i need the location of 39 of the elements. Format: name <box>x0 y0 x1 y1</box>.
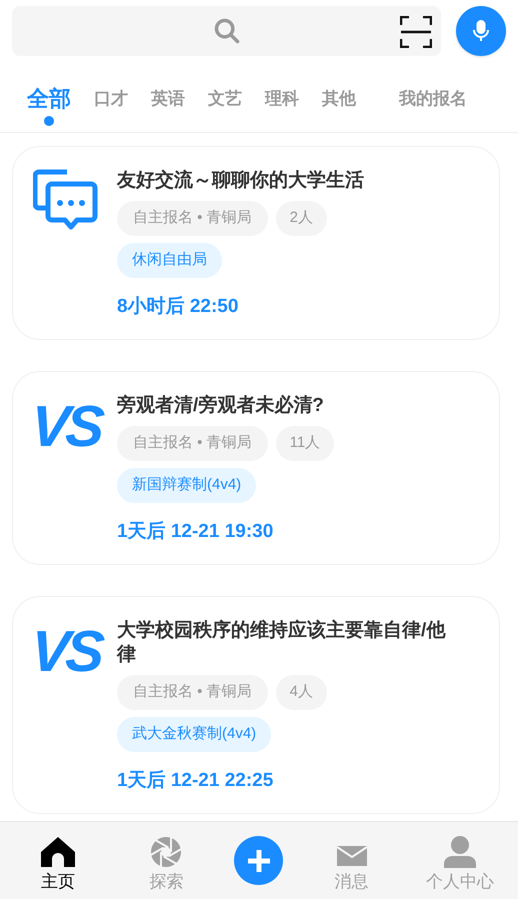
nav-tab[interactable]: 探索 <box>126 830 206 892</box>
category-tab[interactable]: 理科 <box>265 84 299 114</box>
category-tab[interactable]: 其他 <box>322 84 356 114</box>
nav-tab[interactable]: 主页 <box>18 830 98 892</box>
aperture-icon <box>150 836 182 868</box>
microphone-icon <box>472 20 490 42</box>
people-tag: 4人 <box>276 675 327 710</box>
add-button[interactable] <box>234 836 284 885</box>
user-icon <box>442 836 477 868</box>
event-title: 友好交流～聊聊你的大学生活 <box>117 169 365 193</box>
mode-tag: 自主报名 • 青铜局 <box>117 201 268 236</box>
search-icon <box>212 17 240 45</box>
format-tag: 新国辩赛制(4v4) <box>117 468 256 503</box>
category-tab[interactable]: 我的报名 <box>399 84 467 114</box>
format-tag: 武大金秋赛制(4v4) <box>117 717 272 752</box>
people-tag: 2人 <box>276 201 327 236</box>
nav-tab[interactable]: 个人中心 <box>420 830 500 892</box>
plus-icon <box>246 848 272 874</box>
vs-logo: VS <box>28 398 102 456</box>
event-card[interactable]: 友好交流～聊聊你的大学生活 自主报名 • 青铜局 2人 休闲自由局 8小时后 22:50 <box>12 146 500 340</box>
voice-button[interactable] <box>456 6 506 56</box>
category-tab[interactable]: 英语 <box>151 84 185 114</box>
mail-icon <box>336 844 367 868</box>
mode-tag: 自主报名 • 青铜局 <box>117 675 268 710</box>
category-tab[interactable]: 文艺 <box>208 84 242 114</box>
event-time: 1天后 12-21 22:25 <box>117 769 274 793</box>
category-tab[interactable]: 全部 <box>27 84 71 126</box>
scan-icon[interactable] <box>400 16 432 48</box>
category-tab[interactable]: 口才 <box>94 84 128 114</box>
format-tag: 休闲自由局 <box>117 243 222 278</box>
event-time: 8小时后 22:50 <box>117 295 240 319</box>
mode-tag: 自主报名 • 青铜局 <box>117 426 268 461</box>
people-tag: 11人 <box>276 426 334 461</box>
event-title: 大学校园秩序的维持应该主要靠自律/他律 <box>117 619 447 667</box>
event-time: 1天后 12-21 19:30 <box>117 520 274 544</box>
home-icon <box>40 836 76 868</box>
event-title: 旁观者清/旁观者未必清? <box>117 394 325 418</box>
vs-logo: VS <box>28 623 102 681</box>
nav-tab[interactable]: 消息 <box>312 830 392 892</box>
